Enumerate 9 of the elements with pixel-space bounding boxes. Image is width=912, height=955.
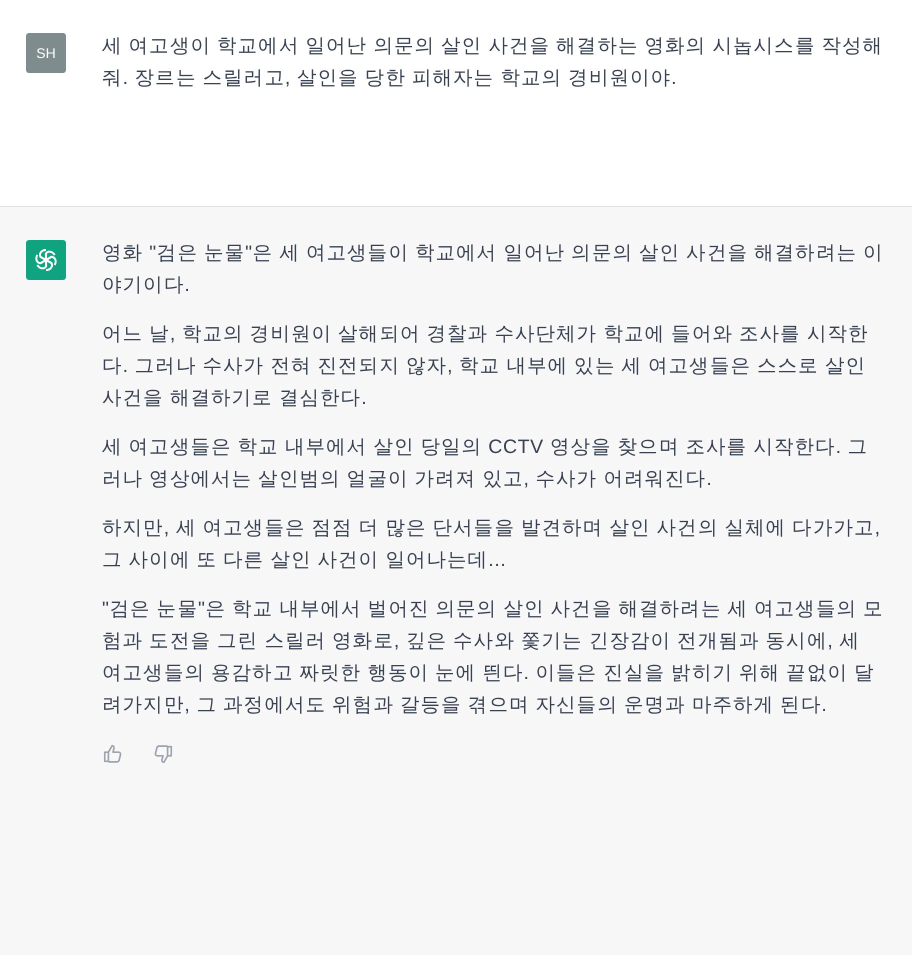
message-text: 어느 날, 학교의 경비원이 살해되어 경찰과 수사단체가 학교에 들어와 조사를 시작한다. 그러나 수사가 전혀 진전되지 않자, 학교 내부에 있는 세 여고생들은 스스로 살인 사건을 해결하기로 결심한다. bbox=[102, 322, 870, 411]
message-text: 세 여고생이 학교에서 일어난 의문의 살인 사건을 해결하는 영화의 시놉시스를 작성해줘. 장르는 스릴러고, 살인을 당한 피해자는 학교의 경비원이야. bbox=[102, 34, 884, 91]
message-text: 하지만, 세 여고생들은 점점 더 많은 단서들을 발견하며 살인 사건의 실체에 다가가고, 그 사이에 또 다른 살인 사건이 일어나는데... bbox=[102, 516, 882, 573]
user-avatar: SH bbox=[26, 33, 66, 73]
thumbs-down-icon[interactable] bbox=[152, 743, 174, 765]
message-text: 영화 "검은 눈물"은 세 여고생들이 학교에서 일어난 의문의 살인 사건을 해결하려는 이야기이다. bbox=[102, 241, 885, 298]
thumbs-up-icon[interactable] bbox=[102, 743, 124, 765]
message-text: "검은 눈물"은 학교 내부에서 벌어진 의문의 살인 사건을 해결하려는 세 여고생들의 모험과 도전을 그린 스릴러 영화로, 깊은 수사와 쫓기는 긴장감이 전개됨과 동시에, 세 여고생들의 용감하고 짜릿한 행동이 눈에 띈다. 이들은 진실을 밝히기 위해 끝없이 달려가지만, 그 과정에서도 위험과 갈등을 겪으며 자신들의 운명과 마주하게 된다. bbox=[102, 597, 885, 718]
message-text: 세 여고생들은 학교 내부에서 살인 당일의 CCTV 영상을 찾으며 조사를 시작한다. 그러나 영상에서는 살인범의 얼굴이 가려져 있고, 수사가 어려워진다. bbox=[102, 435, 870, 492]
